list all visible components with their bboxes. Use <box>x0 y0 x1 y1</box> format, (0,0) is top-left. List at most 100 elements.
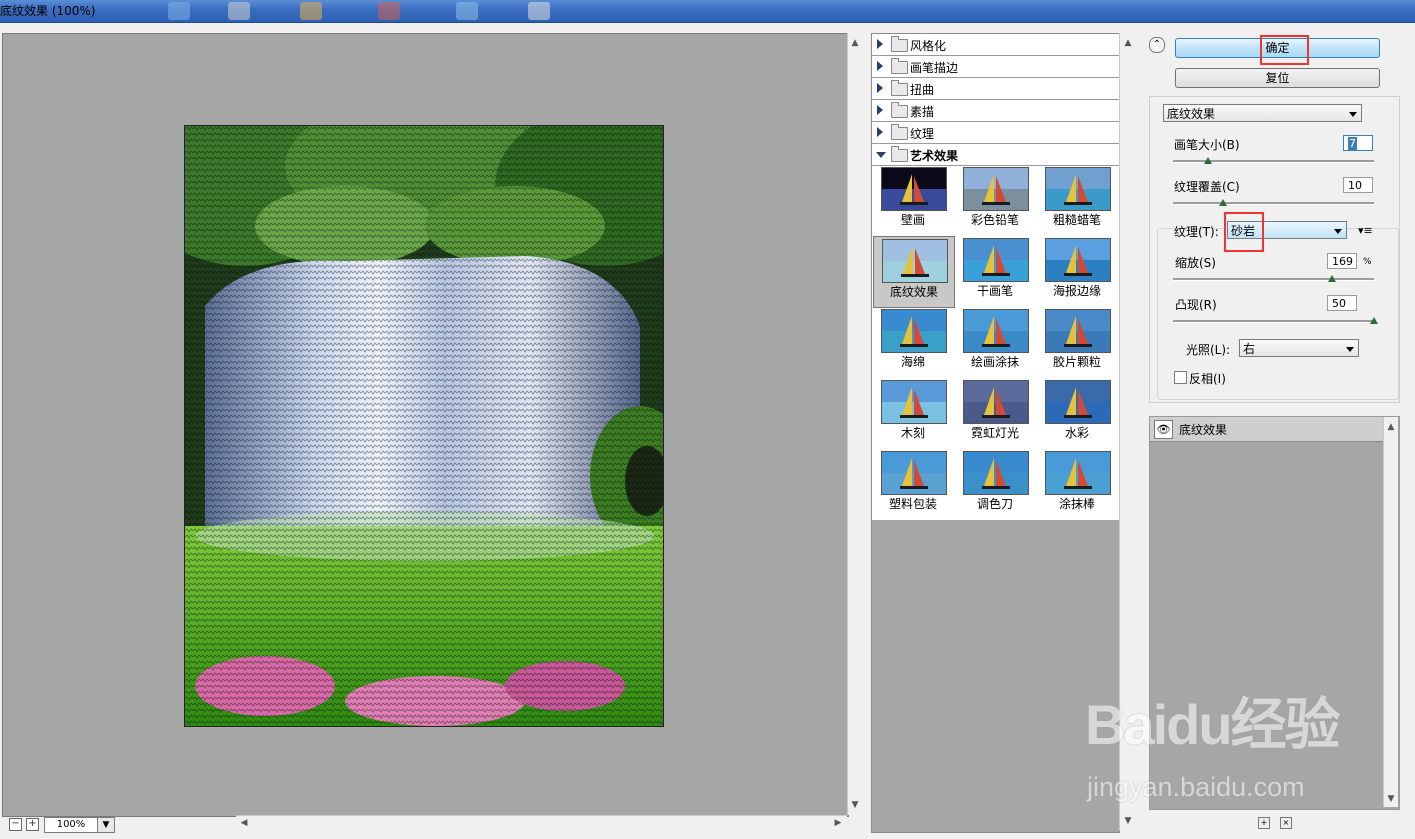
filter-gallery: 风格化画笔描边扭曲素描纹理 艺术效果壁画 彩色铅笔 粗糙蜡笔底纹效果 干画笔 海报边缘海绵… <box>871 33 1120 833</box>
filter-category[interactable]: 扭曲 <box>872 78 1119 100</box>
filter-thumbnail[interactable]: 粗糙蜡笔 <box>1037 165 1117 235</box>
scroll-left-icon[interactable]: ◀ <box>238 817 250 829</box>
zoom-dropdown-button[interactable]: ▼ <box>97 817 115 833</box>
brush-size-slider[interactable] <box>1173 160 1374 163</box>
filter-thumbnail[interactable]: 水彩 <box>1037 378 1117 448</box>
brush-size-field[interactable]: 7 <box>1343 135 1373 151</box>
filter-category[interactable]: 风格化 <box>872 34 1119 56</box>
filter-select-value: 底纹效果 <box>1167 107 1216 121</box>
invert-checkbox[interactable] <box>1174 371 1187 384</box>
chevron-down-icon: ▼ <box>102 820 110 830</box>
reset-button[interactable]: 复位 <box>1175 68 1380 88</box>
filter-category-label: 素描 <box>910 105 935 119</box>
light-select-value: 右 <box>1243 342 1256 356</box>
texture-coverage-slider-thumb[interactable] <box>1219 199 1228 206</box>
zoom-level-field[interactable]: 100% <box>44 817 98 833</box>
trash-icon[interactable]: × <box>1280 817 1292 829</box>
filter-thumbnail[interactable]: 胶片颗粒 <box>1037 307 1117 377</box>
folder-icon <box>891 102 908 118</box>
filter-thumbnail[interactable]: 干画笔 <box>955 236 1035 306</box>
collapsed-triangle-icon[interactable] <box>877 127 883 137</box>
texture-coverage-slider[interactable] <box>1173 202 1374 205</box>
filter-thumbnail-label: 涂抹棒 <box>1058 497 1095 511</box>
filter-preview-image <box>963 309 1029 353</box>
filter-thumbnail[interactable]: 涂抹棒 <box>1037 449 1117 519</box>
new-effect-layer-icon[interactable]: + <box>1258 817 1270 829</box>
scroll-down-icon[interactable]: ▼ <box>1122 815 1134 827</box>
filter-preview-image <box>963 380 1029 424</box>
scroll-up-icon[interactable]: ▲ <box>1122 37 1134 49</box>
filter-preview-image <box>963 451 1029 495</box>
collapsed-triangle-icon[interactable] <box>877 83 883 93</box>
scaling-label: 缩放(S) <box>1175 256 1216 270</box>
filter-thumbnail-label: 壁画 <box>900 213 925 227</box>
highlight-box <box>1260 35 1309 65</box>
filter-category[interactable]: 艺术效果 <box>872 144 1119 166</box>
light-label: 光照(L): <box>1186 343 1231 357</box>
filter-thumbnail[interactable]: 彩色铅笔 <box>955 165 1035 235</box>
relief-field[interactable]: 50 <box>1327 295 1357 311</box>
highlight-box <box>1224 212 1264 252</box>
folder-icon <box>891 146 908 162</box>
filter-thumbnail[interactable]: 底纹效果 <box>873 236 955 308</box>
filter-thumbnail-label: 霓虹灯光 <box>970 426 1019 440</box>
filter-thumbnail[interactable]: 绘画涂抹 <box>955 307 1035 377</box>
scaling-slider[interactable] <box>1173 278 1374 281</box>
filter-gallery-list: 风格化画笔描边扭曲素描纹理 艺术效果壁画 彩色铅笔 粗糙蜡笔底纹效果 干画笔 海报边缘海绵… <box>872 34 1119 520</box>
filter-thumbnail-label: 绘画涂抹 <box>970 355 1019 369</box>
filter-thumbnail-label: 底纹效果 <box>889 285 938 299</box>
double-chevron-up-icon: ⌃ <box>1152 39 1162 50</box>
filter-preview-image <box>1045 309 1111 353</box>
scroll-down-icon[interactable]: ▼ <box>849 799 861 811</box>
brush-size-label: 画笔大小(B) <box>1174 138 1240 152</box>
brush-size-slider-thumb[interactable] <box>1204 157 1213 164</box>
taskbar-icon <box>300 2 322 20</box>
scroll-up-icon[interactable]: ▲ <box>1385 421 1397 433</box>
expanded-triangle-icon[interactable] <box>876 152 886 158</box>
scaling-slider-thumb[interactable] <box>1328 275 1337 282</box>
folder-icon <box>891 80 908 96</box>
filter-thumbnail[interactable]: 壁画 <box>873 165 953 235</box>
preview-image <box>184 125 664 727</box>
filter-thumbnail[interactable]: 调色刀 <box>955 449 1035 519</box>
texture-coverage-field[interactable]: 10 <box>1343 177 1373 193</box>
light-select[interactable]: 右 <box>1239 339 1359 357</box>
filter-category-label: 风格化 <box>910 39 947 53</box>
taskbar-icon <box>228 2 250 20</box>
preview-horizontal-scrollbar[interactable]: ◀ ▶ <box>236 815 847 832</box>
effect-layer-row[interactable]: 底纹效果 <box>1150 417 1383 442</box>
filter-thumbnail[interactable]: 木刻 <box>873 378 953 448</box>
collapsed-triangle-icon[interactable] <box>877 61 883 71</box>
filter-category[interactable]: 纹理 <box>872 122 1119 144</box>
filter-category[interactable]: 素描 <box>872 100 1119 122</box>
relief-label: 凸现(R) <box>1175 298 1217 312</box>
relief-slider-thumb[interactable] <box>1370 317 1378 324</box>
filter-thumbnail[interactable]: 霓虹灯光 <box>955 378 1035 448</box>
zoom-in-button[interactable]: + <box>26 818 39 831</box>
filter-thumbnail[interactable]: 海报边缘 <box>1037 236 1117 306</box>
collapse-gallery-button[interactable]: ⌃ <box>1149 37 1165 53</box>
filter-category[interactable]: 画笔描边 <box>872 56 1119 78</box>
filter-thumbnail[interactable]: 海绵 <box>873 307 953 377</box>
scroll-down-icon[interactable]: ▼ <box>1385 793 1397 805</box>
watermark-url: jingyan.baidu.com <box>1087 772 1305 802</box>
chevron-down-icon <box>1346 347 1354 352</box>
layers-scrollbar[interactable]: ▲ ▼ <box>1383 417 1398 807</box>
effect-layer-label: 底纹效果 <box>1179 423 1228 437</box>
scaling-field[interactable]: 169 <box>1327 253 1357 269</box>
scroll-up-icon[interactable]: ▲ <box>849 37 861 49</box>
preview-vertical-scrollbar[interactable]: ▲ ▼ <box>847 33 862 815</box>
chevron-down-icon <box>1334 229 1342 234</box>
filter-category-label: 扭曲 <box>910 83 935 97</box>
collapsed-triangle-icon[interactable] <box>877 39 883 49</box>
folder-icon <box>891 36 908 52</box>
relief-slider[interactable] <box>1173 320 1374 323</box>
filter-thumbnail[interactable]: 塑料包装 <box>873 449 953 519</box>
texture-menu-icon[interactable]: ▾≡ <box>1358 224 1373 237</box>
scroll-right-icon[interactable]: ▶ <box>832 817 844 829</box>
filter-preview-image <box>881 380 947 424</box>
collapsed-triangle-icon[interactable] <box>877 105 883 115</box>
filter-select[interactable]: 底纹效果 <box>1163 104 1362 122</box>
zoom-out-button[interactable]: − <box>9 818 22 831</box>
eye-icon[interactable]: 👁 <box>1154 420 1173 439</box>
